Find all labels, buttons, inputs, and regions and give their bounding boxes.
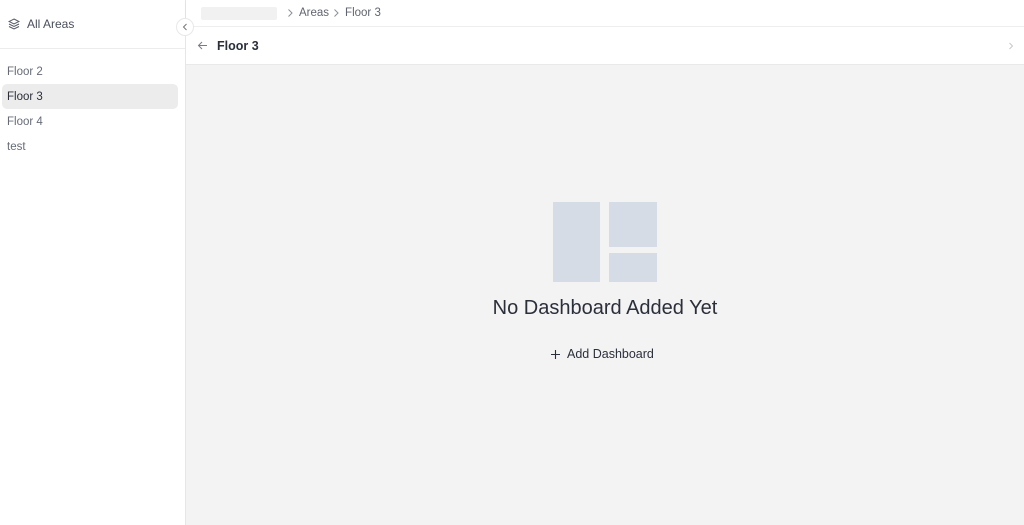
sidebar-item-test[interactable]: test bbox=[2, 134, 178, 159]
dashboard-layout-icon bbox=[553, 202, 657, 282]
sidebar-item-floor-4[interactable]: Floor 4 bbox=[2, 109, 178, 134]
breadcrumb: Areas Floor 3 bbox=[186, 0, 1024, 27]
layers-icon bbox=[8, 18, 20, 30]
page-header: Floor 3 bbox=[186, 27, 1024, 65]
breadcrumb-current: Floor 3 bbox=[345, 7, 381, 19]
plus-icon bbox=[551, 349, 560, 359]
add-dashboard-button[interactable]: Add Dashboard bbox=[550, 344, 654, 364]
sidebar-area-list: Floor 2 Floor 3 Floor 4 test bbox=[0, 49, 185, 159]
sidebar-item-floor-3[interactable]: Floor 3 bbox=[2, 84, 178, 109]
chevron-left-icon bbox=[182, 23, 187, 31]
empty-state-title: No Dashboard Added Yet bbox=[492, 297, 718, 319]
sidebar-item-floor-2[interactable]: Floor 2 bbox=[2, 59, 178, 84]
sidebar-title: All Areas bbox=[27, 17, 75, 31]
chevron-right-icon bbox=[288, 9, 293, 17]
chevron-right-icon bbox=[334, 9, 339, 17]
sidebar: All Areas Floor 2 Floor 3 Floor 4 test bbox=[0, 0, 186, 525]
add-dashboard-label: Add Dashboard bbox=[567, 347, 654, 361]
sidebar-collapse-button[interactable] bbox=[176, 18, 194, 36]
chevron-right-icon[interactable] bbox=[1008, 42, 1014, 50]
breadcrumb-root-placeholder[interactable] bbox=[201, 6, 277, 20]
sidebar-header[interactable]: All Areas bbox=[0, 0, 185, 49]
arrow-left-icon[interactable] bbox=[197, 40, 208, 51]
main-content: No Dashboard Added Yet Add Dashboard bbox=[186, 65, 1024, 525]
breadcrumb-areas[interactable]: Areas bbox=[299, 7, 329, 19]
page-title: Floor 3 bbox=[217, 38, 259, 53]
